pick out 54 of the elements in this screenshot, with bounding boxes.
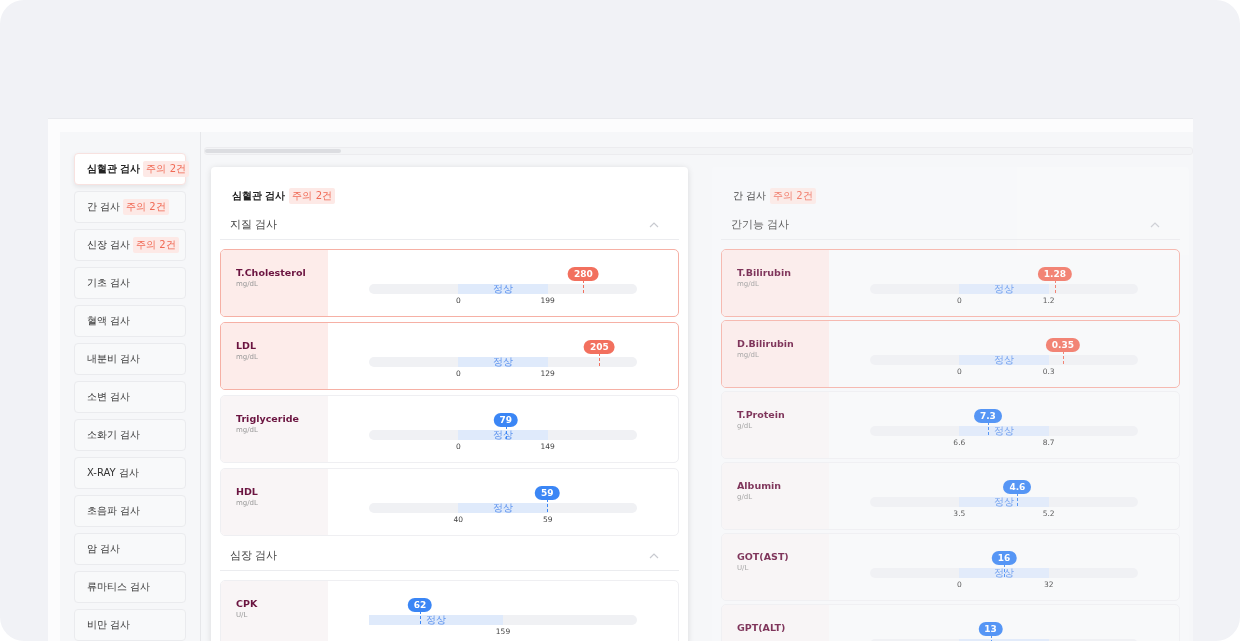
sidebar-item[interactable]: 간 검사 주의 2건 bbox=[74, 191, 186, 223]
value-bubble: 79 bbox=[493, 413, 518, 427]
test-name: Triglyceride bbox=[236, 413, 300, 424]
normal-range-band: 정상 bbox=[959, 568, 1049, 578]
test-name: CPK bbox=[236, 598, 259, 609]
sidebar-item[interactable]: 암 검사 bbox=[74, 533, 186, 565]
value-bubble: 205 bbox=[584, 340, 615, 354]
normal-range-band: 정상 bbox=[959, 426, 1049, 436]
normal-range-band: 정상 bbox=[458, 357, 548, 367]
value-bubble: 0.35 bbox=[1045, 338, 1081, 352]
test-name: T.Bilirubin bbox=[737, 267, 792, 278]
normal-range-band: 정상 bbox=[959, 497, 1049, 507]
sidebar-item[interactable]: 신장 검사 주의 2건 bbox=[74, 229, 186, 261]
chevron-up-icon[interactable] bbox=[649, 221, 659, 228]
value-bubble: 280 bbox=[568, 267, 599, 281]
test-name: GOT(AST) bbox=[737, 551, 790, 562]
value-bubble: 1.28 bbox=[1037, 267, 1072, 281]
card-title: 간 검사 bbox=[733, 188, 767, 203]
value-bubble: 4.6 bbox=[1003, 480, 1032, 494]
normal-range-band: 정상 bbox=[959, 355, 1049, 365]
test-name: T.Cholesterol bbox=[236, 267, 307, 278]
sidebar-item[interactable]: X-RAY 검사 bbox=[74, 457, 186, 489]
warning-badge: 주의 2건 bbox=[770, 187, 816, 204]
test-name: HDL bbox=[236, 486, 259, 497]
sidebar-item[interactable]: 초음파 검사 bbox=[74, 495, 186, 527]
sidebar-item[interactable]: 기초 검사 bbox=[74, 267, 186, 299]
test-name: GPT(ALT) bbox=[737, 622, 787, 633]
sidebar-item[interactable]: 심혈관 검사 주의 2건 bbox=[74, 153, 186, 185]
sidebar-item[interactable]: 소화기 검사 bbox=[74, 419, 186, 451]
sidebar-item[interactable]: 혈액 검사 bbox=[74, 305, 186, 337]
card-title: 심혈관 검사 bbox=[232, 188, 286, 203]
sidebar-item[interactable]: 비만 검사 bbox=[74, 609, 186, 641]
section-title: 간기능 검사 bbox=[731, 217, 790, 232]
sidebar-item[interactable]: 내분비 검사 bbox=[74, 343, 186, 375]
test-name: LDL bbox=[236, 340, 257, 351]
test-name: D.Bilirubin bbox=[737, 338, 795, 349]
sidebar-item[interactable]: 류마티스 검사 bbox=[74, 571, 186, 603]
sidebar-item[interactable]: 소변 검사 bbox=[74, 381, 186, 413]
section-title: 지질 검사 bbox=[230, 217, 278, 232]
normal-range-band: 정상 bbox=[369, 615, 503, 625]
chevron-up-icon[interactable] bbox=[649, 552, 659, 559]
normal-range-band: 정상 bbox=[458, 503, 548, 513]
warning-badge: 주의 2건 bbox=[289, 187, 336, 204]
chevron-up-icon[interactable] bbox=[1150, 221, 1160, 228]
value-bubble: 59 bbox=[534, 486, 560, 500]
value-bubble: 7.3 bbox=[973, 409, 1002, 423]
normal-range-band: 정상 bbox=[959, 284, 1049, 294]
test-name: T.Protein bbox=[737, 409, 786, 420]
normal-range-band: 정상 bbox=[458, 284, 548, 294]
test-name: Albumin bbox=[737, 480, 783, 491]
value-bubble: 13 bbox=[978, 622, 1003, 636]
value-bubble: 16 bbox=[991, 551, 1017, 565]
section-title: 심장 검사 bbox=[230, 548, 278, 563]
value-bubble: 62 bbox=[407, 598, 433, 612]
